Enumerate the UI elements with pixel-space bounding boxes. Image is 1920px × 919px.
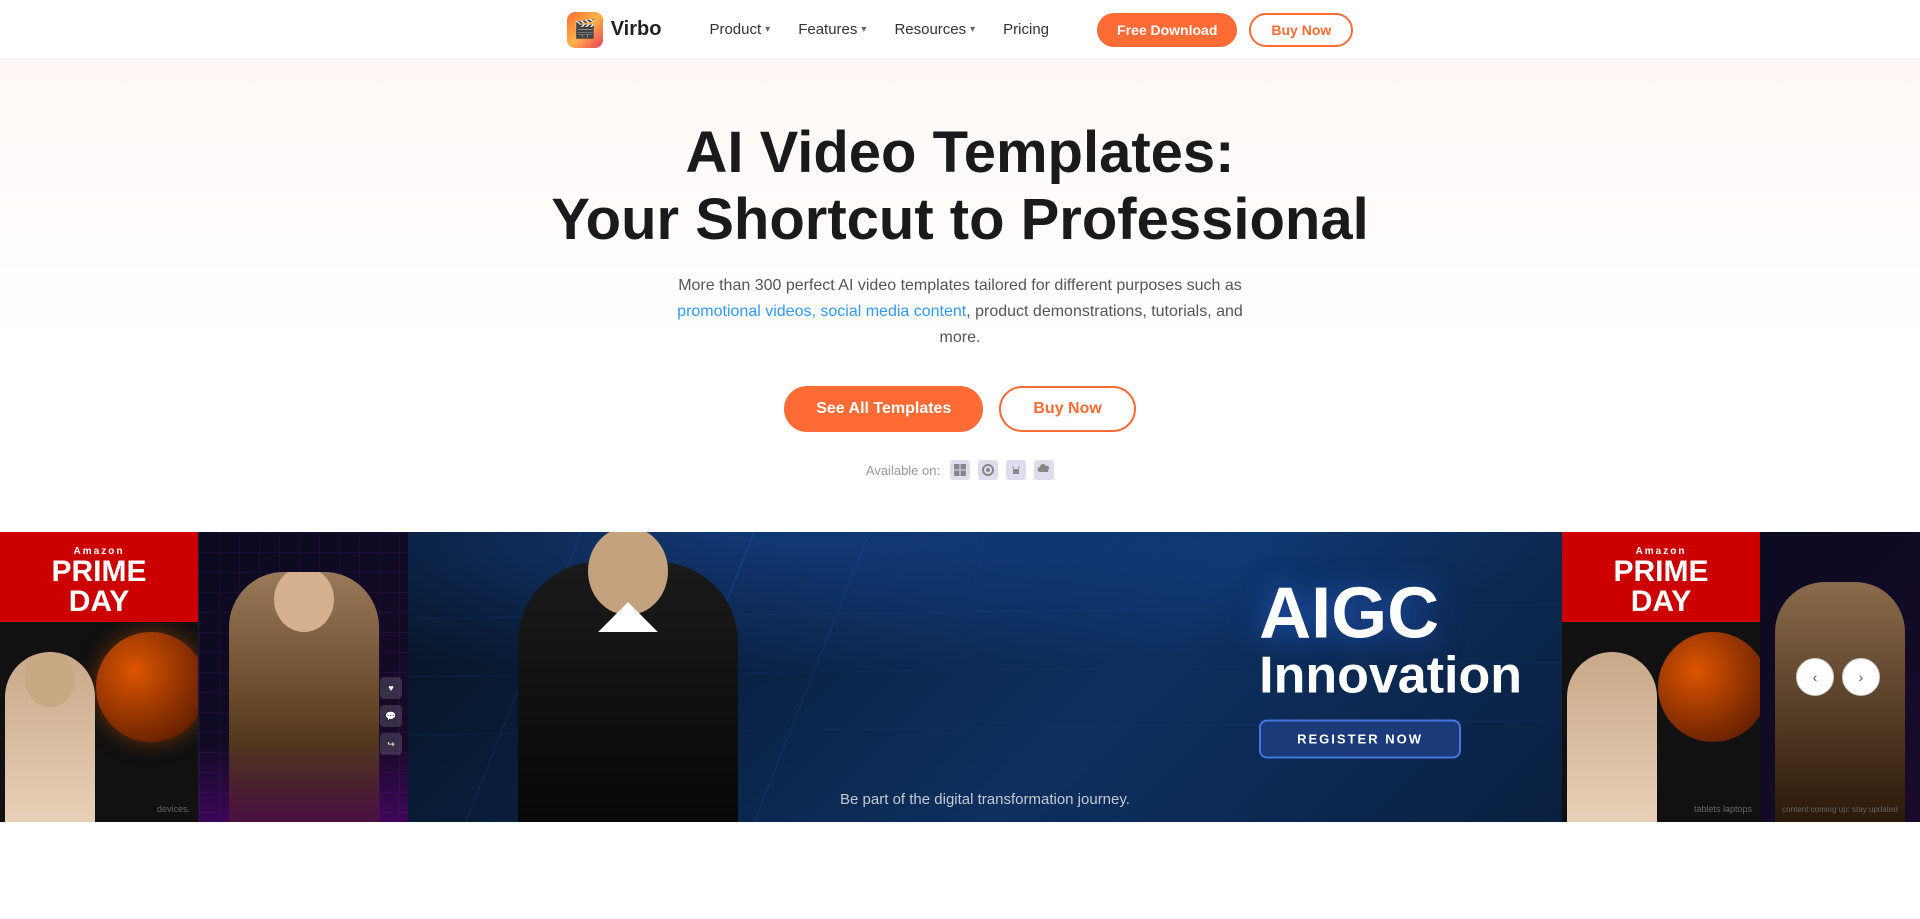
slide4-person xyxy=(1567,652,1657,822)
chevron-down-icon: ▾ xyxy=(970,24,975,35)
cloud-icon xyxy=(1034,460,1054,480)
navbar: 🎬 Virbo Product ▾ Features ▾ Resources ▾… xyxy=(0,0,1920,60)
slide3-aigc-text: AIGC Innovation REGISTER NOW xyxy=(1259,578,1522,759)
carousel-slide-1[interactable]: Amazon PRIME DAY Member Day 50% off devi… xyxy=(0,532,198,822)
nav-ctas: Free Download Buy Now xyxy=(1097,13,1353,47)
carousel-prev-button[interactable]: ‹ xyxy=(1796,658,1834,696)
carousel-navigation: ‹ › xyxy=(1796,658,1880,696)
slide3-bottom-text: Be part of the digital transformation jo… xyxy=(408,791,1562,808)
nav-product[interactable]: Product ▾ xyxy=(709,21,770,38)
slide3-person-body xyxy=(518,562,738,822)
comment-icon: 💬 xyxy=(380,705,402,727)
innovation-title: Innovation xyxy=(1259,650,1522,702)
nav-features[interactable]: Features ▾ xyxy=(798,21,866,38)
carousel-track: Amazon PRIME DAY Member Day 50% off devi… xyxy=(0,532,1920,822)
headphones-graphic xyxy=(96,632,198,742)
nav-items: Product ▾ Features ▾ Resources ▾ Pricing xyxy=(709,21,1049,38)
register-now-button[interactable]: REGISTER NOW xyxy=(1259,720,1461,759)
android-icon xyxy=(1006,460,1026,480)
logo-text: Virbo xyxy=(611,18,662,41)
logo[interactable]: 🎬 Virbo xyxy=(567,12,662,48)
carousel-slide-3-center[interactable]: AIGC Innovation REGISTER NOW Be part of … xyxy=(408,532,1562,822)
hero-buttons: See All Templates Buy Now xyxy=(20,386,1900,432)
slide2-social-icons: ♥ 💬 ↪ xyxy=(380,677,402,755)
slide3-person-container xyxy=(488,532,768,822)
free-download-button[interactable]: Free Download xyxy=(1097,13,1237,47)
template-carousel: ‹ › Amazon PRIME DAY Member Day 50% off … xyxy=(0,532,1920,822)
platform-icons xyxy=(950,460,1054,480)
carousel-next-button[interactable]: › xyxy=(1842,658,1880,696)
slide4-headphones xyxy=(1658,632,1760,742)
slide2-purple-glow xyxy=(199,742,408,822)
buy-now-button[interactable]: Buy Now xyxy=(1249,13,1353,47)
carousel-slide-4[interactable]: Amazon PRIME DAY Member Day 50% off tabl… xyxy=(1562,532,1760,822)
heart-icon: ♥ xyxy=(380,677,402,699)
chrome-icon xyxy=(978,460,998,480)
chevron-down-icon: ▾ xyxy=(861,24,866,35)
available-on: Available on: xyxy=(20,460,1900,480)
slide5-bottom-text: content coming up: stay updated xyxy=(1760,805,1920,814)
nav-pricing[interactable]: Pricing xyxy=(1003,21,1049,38)
hero-section: AI Video Templates: Your Shortcut to Pro… xyxy=(0,60,1920,532)
slide1-bottom: devices. xyxy=(0,622,198,822)
slide4-line1: PRIME xyxy=(1572,557,1750,587)
aigc-title: AIGC xyxy=(1259,578,1522,650)
hero-title: AI Video Templates: Your Shortcut to Pro… xyxy=(510,120,1410,253)
chevron-down-icon: ▾ xyxy=(765,24,770,35)
slide4-line2: DAY xyxy=(1572,587,1750,617)
slide5-person xyxy=(1775,582,1905,822)
slide1-line2: DAY xyxy=(10,587,188,617)
promo-videos-link[interactable]: promotional videos, social media content xyxy=(677,303,966,320)
hero-buy-now-button[interactable]: Buy Now xyxy=(999,386,1135,432)
nav-resources[interactable]: Resources ▾ xyxy=(894,21,975,38)
share-icon: ↪ xyxy=(380,733,402,755)
carousel-slide-2[interactable]: @WONDERSHARE ♥ 💬 ↪ xyxy=(198,532,408,822)
see-all-templates-button[interactable]: See All Templates xyxy=(784,386,983,432)
logo-icon: 🎬 xyxy=(567,12,603,48)
slide1-label: devices. xyxy=(157,804,190,814)
person-graphic xyxy=(5,652,95,822)
slide1-line1: PRIME xyxy=(10,557,188,587)
hero-subtitle: More than 300 perfect AI video templates… xyxy=(670,273,1250,350)
windows-icon xyxy=(950,460,970,480)
slide4-label: tablets laptops xyxy=(1694,804,1752,814)
